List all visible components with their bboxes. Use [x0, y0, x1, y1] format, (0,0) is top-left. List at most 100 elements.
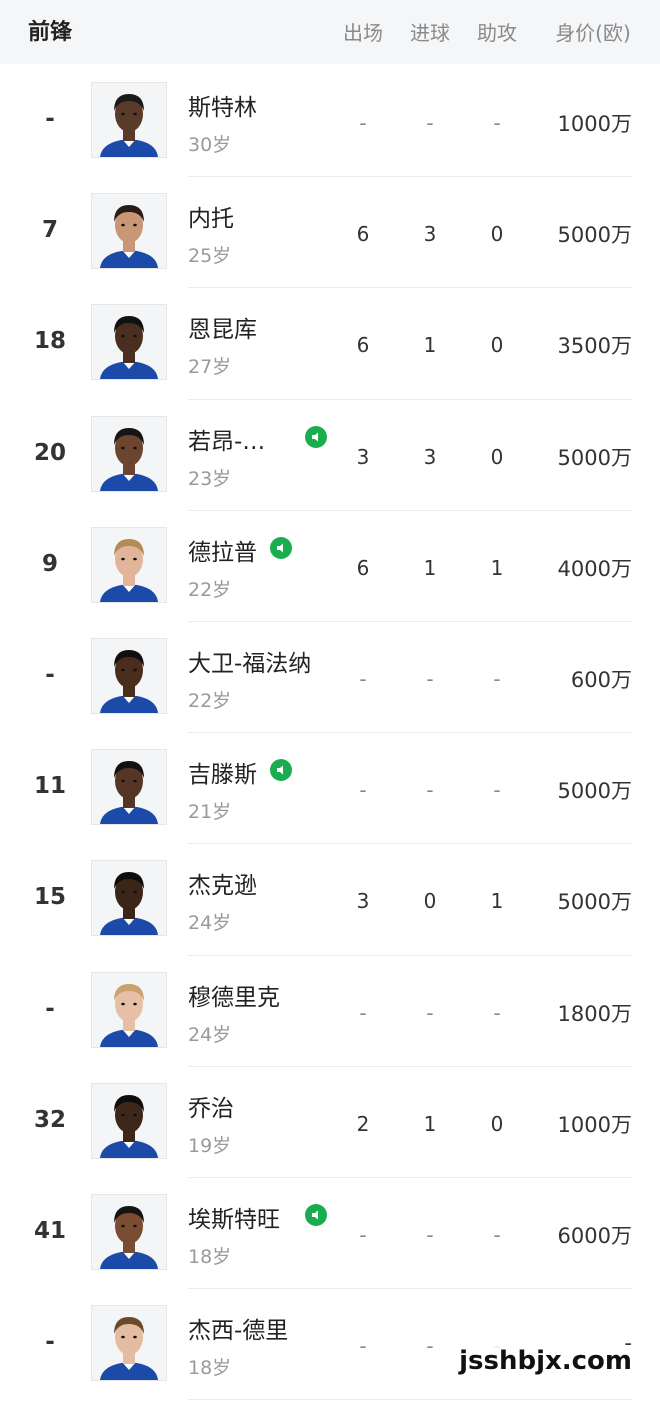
stat-apps: 3	[356, 444, 370, 469]
player-name[interactable]: 内托	[188, 199, 234, 233]
stat-apps: 6	[356, 222, 370, 247]
player-age: 22岁	[188, 578, 232, 601]
stat-goals: 1	[423, 1111, 437, 1136]
player-name[interactable]: 若昂-…	[188, 422, 265, 456]
video-badge-icon[interactable]	[305, 425, 327, 448]
player-row[interactable]: - 斯特林 30岁 - - - 1000万	[0, 66, 660, 178]
player-name[interactable]: 杰西-德里	[188, 1311, 288, 1345]
player-row[interactable]: - 大卫-福法纳 22岁 - - - 600万	[0, 622, 660, 734]
shirt-number: -	[45, 1329, 55, 1356]
stat-assists: 1	[490, 555, 504, 580]
stat-apps: -	[359, 666, 367, 691]
stat-goals: -	[426, 778, 434, 803]
col-market-value[interactable]: 身价(欧)	[550, 17, 636, 46]
player-age: 18岁	[188, 1357, 232, 1380]
table-header: 前锋 出场 进球 助攻 身价(欧)	[0, 0, 660, 64]
shirt-number: 41	[33, 1217, 66, 1244]
shirt-number: -	[45, 995, 55, 1022]
stat-apps: 6	[356, 333, 370, 358]
player-age: 30岁	[188, 134, 232, 156]
watermark: jsshbjx.com	[457, 1346, 634, 1376]
player-row[interactable]: 7 内托 25岁 6 3 0 5000万	[0, 177, 660, 289]
player-row[interactable]: 32 乔治 19岁 2 1 0 1000万	[0, 1067, 660, 1178]
player-avatar[interactable]	[91, 1082, 167, 1159]
player-name[interactable]: 埃斯特旺	[188, 1200, 280, 1234]
player-age: 23岁	[188, 467, 232, 490]
video-badge-icon[interactable]	[270, 759, 292, 782]
market-value: 5000万	[557, 890, 632, 915]
shirt-number: 32	[33, 1106, 66, 1133]
player-age: 24岁	[188, 912, 232, 935]
section-title: 前锋	[28, 20, 73, 45]
player-list: - 斯特林 30岁 - - -1000万 7 内托 25岁 6 3 0 5000万 18 恩昆库 27岁 6 1 0…	[0, 66, 660, 1401]
market-value: 5000万	[557, 779, 632, 804]
stat-apps: -	[359, 1222, 367, 1247]
stat-goals: 3	[423, 444, 437, 469]
stat-apps: -	[359, 778, 367, 803]
player-row[interactable]: 18 恩昆库 27岁 6 1 0 3500万	[0, 288, 660, 400]
shirt-number: 20	[33, 439, 66, 466]
market-value: 1000万	[557, 1112, 632, 1137]
player-age: 21岁	[188, 801, 232, 824]
player-avatar[interactable]	[91, 415, 167, 492]
player-name[interactable]: 穆德里克	[188, 978, 280, 1012]
col-assists[interactable]: 助攻	[474, 17, 520, 46]
player-row[interactable]: 15 杰克逊 24岁 3 0 1 5000万	[0, 844, 660, 956]
player-name[interactable]: 斯特林	[188, 88, 257, 122]
player-row[interactable]: 11 吉滕斯 21岁 - - - 5000万	[0, 733, 660, 845]
player-row[interactable]: - 穆德里克 24岁 - - - 1800万	[0, 956, 660, 1067]
player-name[interactable]: 恩昆库	[188, 310, 257, 344]
player-avatar[interactable]	[91, 860, 167, 937]
col-appearances[interactable]: 出场	[340, 17, 386, 46]
shirt-number: 11	[33, 773, 66, 800]
stat-goals: -	[426, 111, 434, 135]
stat-assists: 0	[490, 333, 504, 358]
stat-assists: -	[493, 1000, 501, 1025]
player-avatar[interactable]	[91, 193, 167, 270]
player-avatar[interactable]	[91, 82, 167, 158]
market-value: 6000万	[557, 1223, 632, 1248]
market-value: 5000万	[557, 223, 632, 248]
market-value: 1000万	[557, 112, 632, 136]
shirt-number: -	[45, 106, 55, 132]
player-name[interactable]: 大卫-福法纳	[188, 644, 311, 678]
player-name[interactable]: 杰克逊	[188, 866, 257, 900]
shirt-number: -	[45, 661, 55, 688]
stat-assists: 0	[490, 444, 504, 469]
player-avatar[interactable]	[91, 1305, 167, 1382]
player-avatar[interactable]	[91, 526, 167, 603]
player-row[interactable]: 20 若昂-… 23岁 3 3 0 5000万	[0, 400, 660, 511]
stat-assists: -	[493, 111, 501, 135]
stat-apps: 2	[356, 1111, 370, 1136]
stat-goals: -	[426, 1334, 434, 1359]
player-age: 27岁	[188, 356, 232, 379]
player-row[interactable]: 9 德拉普 22岁 6 1 1 4000万	[0, 511, 660, 622]
shirt-number: 15	[33, 884, 66, 911]
stat-goals: 1	[423, 333, 437, 358]
player-avatar[interactable]	[91, 971, 167, 1048]
shirt-number: 18	[33, 328, 66, 355]
video-badge-icon[interactable]	[305, 1203, 327, 1226]
player-row[interactable]: 41 埃斯特旺 18岁 - - - 6000万	[0, 1178, 660, 1290]
stat-goals: -	[426, 666, 434, 691]
player-age: 22岁	[188, 689, 232, 712]
player-name[interactable]: 乔治	[188, 1089, 234, 1123]
player-row[interactable]: -杰西-德里18岁----	[0, 1289, 660, 1401]
stat-apps: -	[359, 1334, 367, 1359]
market-value: 5000万	[557, 445, 632, 470]
stat-assists: 1	[490, 889, 504, 914]
player-avatar[interactable]	[91, 749, 167, 826]
row-divider	[188, 1399, 632, 1401]
player-avatar[interactable]	[91, 637, 167, 714]
video-badge-icon[interactable]	[270, 536, 292, 559]
player-name[interactable]: 德拉普	[188, 533, 257, 567]
market-value: 4000万	[557, 556, 632, 581]
player-avatar[interactable]	[91, 1193, 167, 1270]
stat-apps: -	[359, 1000, 367, 1025]
stat-assists: -	[493, 666, 501, 691]
stat-goals: -	[426, 1222, 434, 1247]
stat-goals: -	[426, 1000, 434, 1025]
player-name[interactable]: 吉滕斯	[188, 755, 257, 789]
player-avatar[interactable]	[91, 304, 167, 381]
col-goals[interactable]: 进球	[407, 17, 453, 46]
